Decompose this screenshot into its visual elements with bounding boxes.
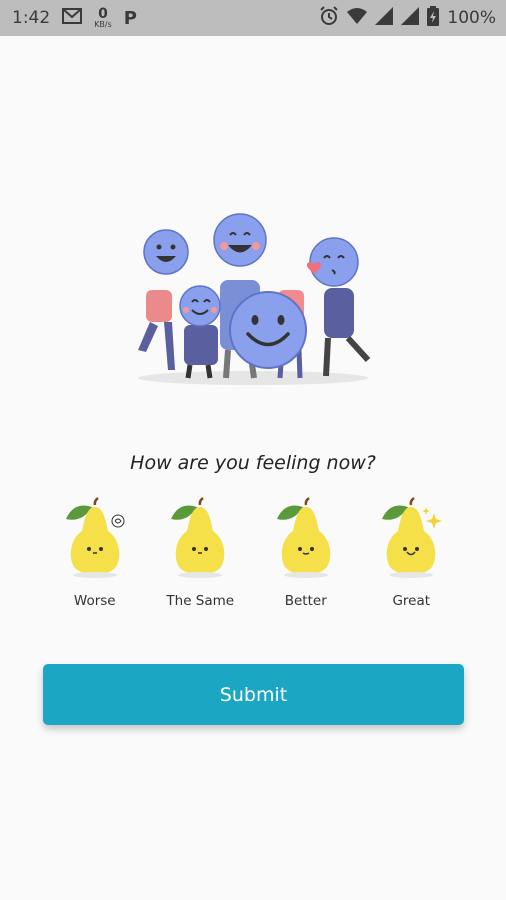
gmail-icon <box>62 7 83 29</box>
feeling-options: Worse The Same Better Great <box>42 497 464 615</box>
pear-better-icon <box>276 497 331 578</box>
pear-same-icon <box>171 497 225 578</box>
hero-illustration <box>128 210 378 390</box>
option-the-same[interactable]: The Same <box>148 497 254 615</box>
clock: 1:42 <box>12 8 51 28</box>
alarm-icon <box>319 5 339 31</box>
submit-button[interactable]: Submit <box>43 664 464 725</box>
status-bar: 1:42 0 KB/s P 100% <box>0 0 506 36</box>
battery-icon <box>427 5 440 31</box>
data-rate-unit: KB/s <box>94 19 112 29</box>
option-label: The Same <box>166 593 235 609</box>
signal-icon-2 <box>401 6 420 30</box>
option-label: Worse <box>73 593 116 609</box>
data-rate-value: 0 <box>98 6 108 23</box>
wifi-icon <box>347 7 368 30</box>
pear-worse-icon <box>65 497 125 578</box>
option-better[interactable]: Better <box>253 497 359 615</box>
feeling-question: How are you feeling now? <box>130 452 376 474</box>
option-worse[interactable]: Worse <box>42 497 148 615</box>
pear-great-icon <box>382 497 443 578</box>
option-label: Great <box>392 593 431 609</box>
option-label: Better <box>284 593 327 609</box>
data-rate: 0 KB/s <box>94 6 112 29</box>
option-great[interactable]: Great <box>359 497 465 615</box>
signal-icon <box>375 6 394 30</box>
battery-level: 100% <box>447 8 496 28</box>
parking-icon: P <box>123 7 137 29</box>
